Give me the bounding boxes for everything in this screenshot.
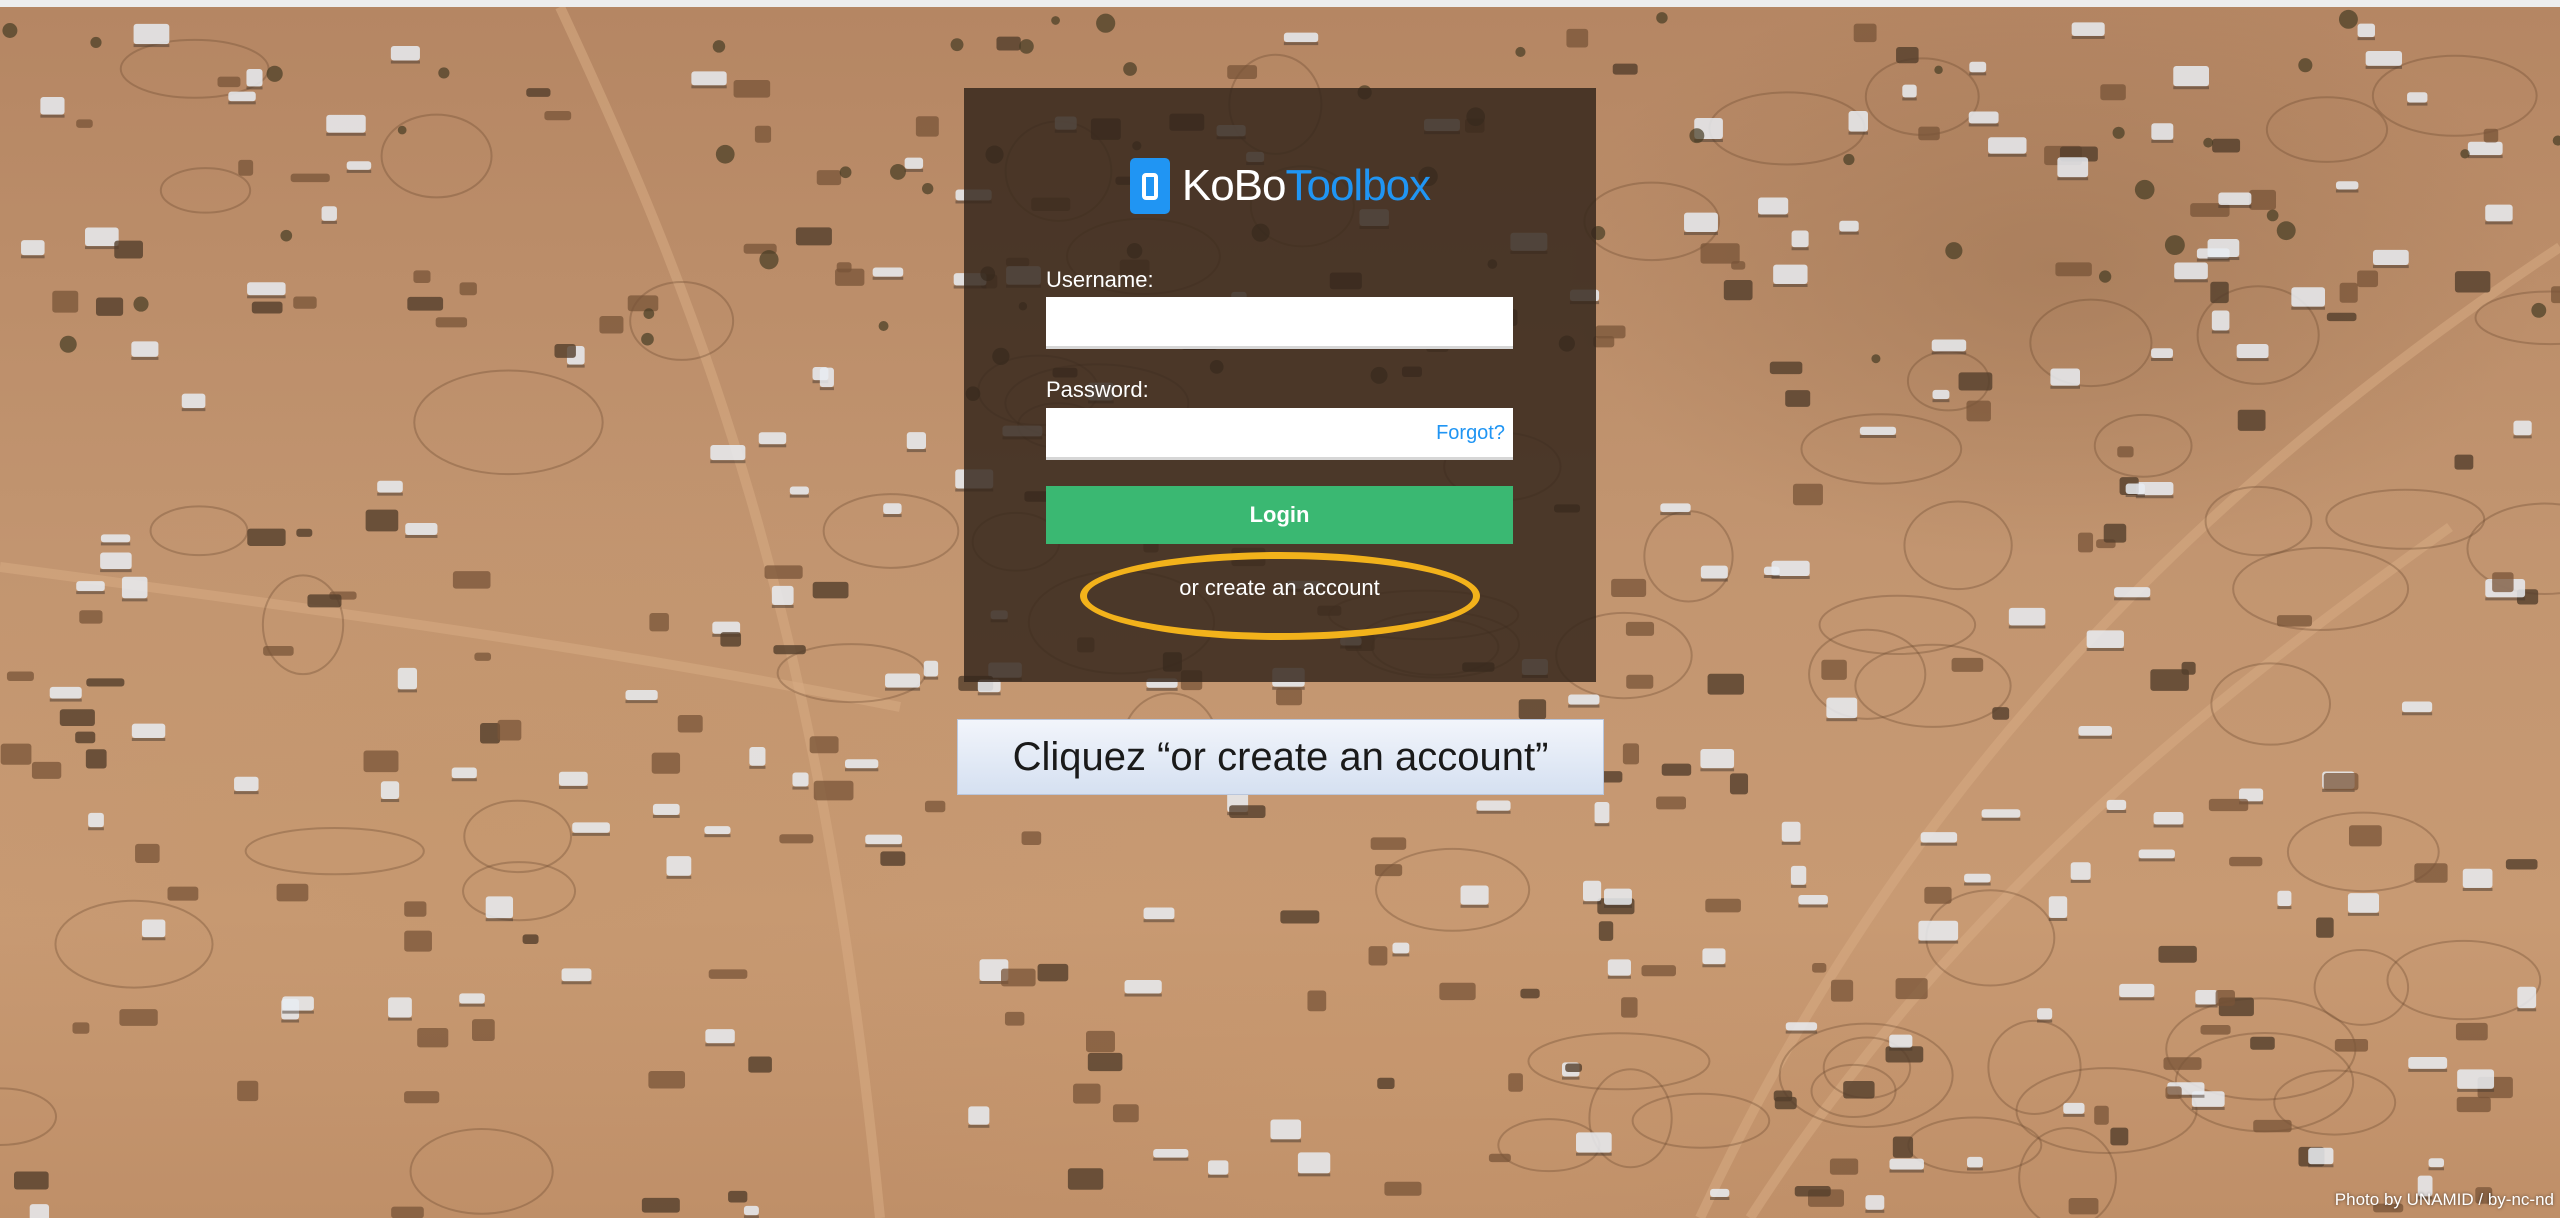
login-panel: KoBoToolbox Username: Password: Forgot? … — [964, 88, 1596, 682]
instruction-caption: Cliquez “or create an account” — [957, 719, 1604, 795]
username-input[interactable] — [1046, 297, 1513, 349]
forgot-password-link[interactable]: Forgot? — [1429, 422, 1505, 445]
photo-credit: Photo by UNAMID / by-nc-nd — [2334, 1190, 2554, 1209]
create-account-link[interactable]: or create an account — [1046, 575, 1513, 601]
kobotoolbox-logo: KoBoToolbox — [964, 156, 1596, 216]
logo-text-toolbox: Toolbox — [1285, 161, 1431, 210]
kobo-logo-icon — [1129, 158, 1170, 214]
username-label: Username: — [1046, 267, 1154, 292]
logo-text-kobo: KoBo — [1181, 161, 1287, 210]
login-button[interactable]: Login — [1046, 486, 1513, 544]
top-strip — [0, 0, 2560, 7]
login-page: KoBoToolbox Username: Password: Forgot? … — [0, 0, 2560, 1218]
password-label: Password: — [1046, 377, 1149, 402]
